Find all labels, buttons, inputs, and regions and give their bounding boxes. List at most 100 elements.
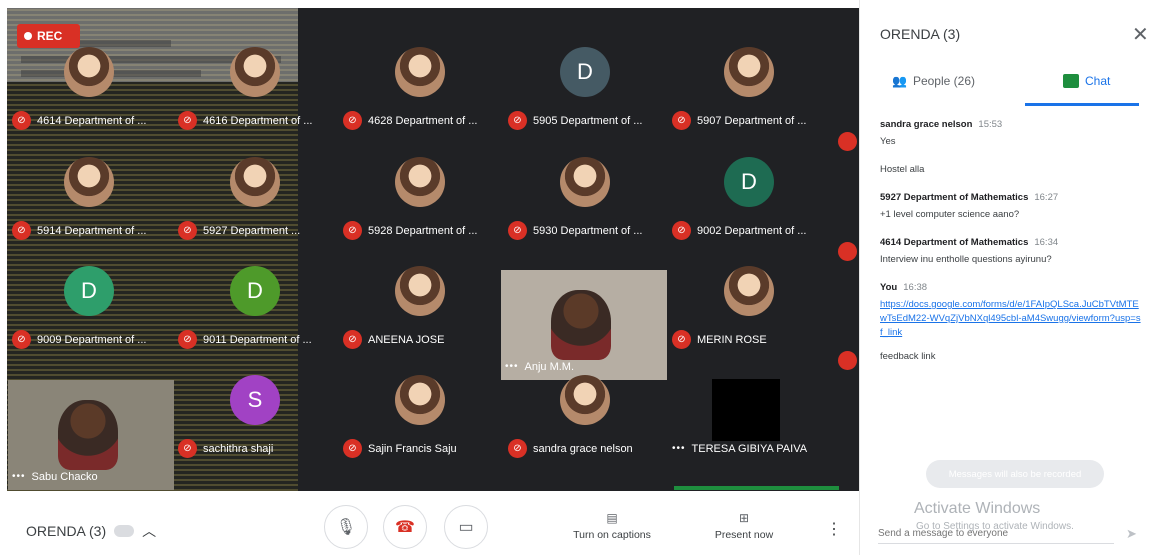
camera-button[interactable]: ▭: [444, 505, 488, 549]
present-icon: ⊞: [738, 511, 750, 525]
participant-name-label: 5914 Department of ...: [37, 224, 147, 237]
message-header: 4614 Department of Mathematics 16:34: [880, 236, 1142, 250]
message-text: feedback link: [880, 351, 936, 362]
participant-name: ⊘ Sajin Francis Saju: [343, 439, 497, 458]
participant-tile[interactable]: D ⊘ 5905 Department of ...: [504, 28, 666, 134]
people-icon: 👥: [892, 74, 907, 88]
tab-people[interactable]: 👥 People (26): [892, 74, 975, 88]
participant-tile[interactable]: ⊘ sandra grace nelson: [504, 356, 666, 462]
recording-label: REC: [37, 29, 63, 43]
captions-label: Turn on captions: [573, 529, 651, 541]
participant-name: ••• TERESA GIBIYA PAIVA: [672, 439, 826, 458]
participant-name-label: 9011 Department of ...: [203, 333, 312, 346]
avatar: [724, 47, 774, 97]
mic-off-icon: ⊘: [12, 330, 31, 349]
participant-name: ⊘ 5927 Department ...: [178, 221, 332, 240]
participant-name-label: sachithra shaji: [203, 442, 274, 455]
mic-off-icon: ⊘: [672, 221, 691, 240]
chat-message-input[interactable]: [878, 524, 1114, 544]
avatar: [395, 157, 445, 207]
avatar: D: [560, 47, 610, 97]
bottom-toolbar: ORENDA (3) ︿ 🎙 ☎ ▭ ▤ Turn on captions ⊞ …: [0, 491, 859, 555]
participant-name-label: 4614 Department of ...: [37, 114, 147, 127]
participant-name: ⊘ 5914 Department of ...: [12, 221, 166, 240]
participant-name: ⊘ 5928 Department of ...: [343, 221, 497, 240]
participant-name-label: 5907 Department of ...: [697, 114, 807, 127]
participant-name-label: 4616 Department of ...: [203, 114, 313, 127]
avatar: [724, 266, 774, 316]
participant-name-label: 9002 Department of ...: [697, 224, 807, 237]
close-icon[interactable]: ✕: [1132, 22, 1149, 47]
mic-off-icon: ⊘: [178, 221, 197, 240]
mic-off-icon: ⊘: [178, 111, 197, 130]
avatar: [395, 266, 445, 316]
microphone-button[interactable]: 🎙: [324, 505, 368, 549]
participant-tile[interactable]: ⊘ 5907 Department of ...: [668, 28, 830, 134]
participant-name: ⊘ sachithra shaji: [178, 439, 332, 458]
participant-tile[interactable]: ⊘ Sajin Francis Saju: [339, 356, 501, 462]
participant-name-label: Sabu Chacko: [31, 470, 98, 483]
present-label: Present now: [714, 529, 774, 541]
participant-tile[interactable]: D ⊘ 9009 Department of ...: [8, 247, 170, 353]
message-text: Interview inu entholle questions ayirunu…: [880, 254, 1052, 265]
mic-off-icon: ⊘: [508, 111, 527, 130]
mic-off-icon: ⊘: [508, 221, 527, 240]
mic-off-icon: ⊘: [343, 330, 362, 349]
participant-tile[interactable]: ⊘ 5927 Department ...: [174, 138, 336, 244]
message-time: 16:38: [903, 282, 928, 293]
microphone-icon: 🎙: [335, 519, 357, 536]
present-button[interactable]: ⊞ Present now: [705, 511, 783, 541]
participant-tile[interactable]: ⊘ MERIN ROSE: [668, 247, 830, 353]
tab-chat-label: Chat: [1085, 74, 1111, 88]
recording-badge: REC: [17, 24, 80, 48]
participant-name-label: 5905 Department of ...: [533, 114, 643, 127]
chevron-up-icon: ︿: [142, 523, 157, 539]
participant-name: ⊘ 4616 Department of ...: [178, 111, 332, 130]
participant-name: ⊘ 4614 Department of ...: [12, 111, 166, 130]
message-sender: You: [880, 282, 898, 293]
video-feed: [551, 290, 611, 360]
video-feed: [58, 400, 118, 470]
participant-tile[interactable]: ••• Sabu Chacko: [8, 380, 174, 490]
participant-tile[interactable]: D ⊘ 9011 Department of ...: [174, 247, 336, 353]
message-header: sandra grace nelson 15:53: [880, 118, 1142, 132]
avatar: [64, 157, 114, 207]
avatar: [230, 47, 280, 97]
audio-activity-icon: •••: [672, 443, 686, 454]
tab-chat[interactable]: Chat: [1063, 74, 1110, 88]
participant-tile[interactable]: D ⊘ 9002 Department of ...: [668, 138, 830, 244]
mic-off-icon: ⊘: [508, 439, 527, 458]
participant-tile[interactable]: ⊘ ANEENA JOSE: [339, 247, 501, 353]
hang-up-button[interactable]: ☎: [383, 505, 427, 549]
phone-hangup-icon: ☎: [395, 519, 415, 536]
participant-tile[interactable]: ••• TERESA GIBIYA PAIVA: [668, 356, 830, 462]
more-options-icon[interactable]: ⋮: [826, 519, 842, 539]
participant-tile[interactable]: ⊘ 5928 Department of ...: [339, 138, 501, 244]
chat-icon: [1063, 74, 1079, 88]
captions-button[interactable]: ▤ Turn on captions: [567, 511, 657, 541]
send-icon[interactable]: ➤: [1126, 526, 1137, 542]
participant-name: ⊘ 5930 Department of ...: [508, 221, 662, 240]
chat-messages: sandra grace nelson 15:53 Yes Hostel alla 59…: [880, 118, 1142, 364]
meeting-details[interactable]: ORENDA (3) ︿: [26, 521, 156, 541]
participant-tile[interactable]: ⊘ 5930 Department of ...: [504, 138, 666, 244]
participant-tile[interactable]: ⊘ 4628 Department of ...: [339, 28, 501, 134]
participant-tile[interactable]: ⊘ 5914 Department of ...: [8, 138, 170, 244]
message-link[interactable]: https://docs.google.com/forms/d/e/1FAIpQ…: [880, 298, 1142, 340]
participant-tile[interactable]: ⊘ 4616 Department of ...: [174, 28, 336, 134]
chat-bubble-icon: [114, 525, 135, 537]
mic-off-icon: ⊘: [178, 330, 197, 349]
participant-name-label: 5928 Department of ...: [368, 224, 478, 237]
message-sender: 5927 Department of Mathematics: [880, 192, 1029, 203]
mic-off-icon: ⊘: [343, 221, 362, 240]
participant-name: ⊘ sandra grace nelson: [508, 439, 662, 458]
message-header: 5927 Department of Mathematics 16:27: [880, 191, 1142, 205]
participant-tile[interactable]: S ⊘ sachithra shaji: [174, 356, 336, 462]
active-tab-indicator: [1025, 103, 1139, 106]
participant-name-label: MERIN ROSE: [697, 333, 767, 346]
captions-icon: ▤: [606, 511, 618, 525]
avatar: [395, 375, 445, 425]
participant-name-label: Sajin Francis Saju: [368, 442, 457, 455]
video-grid: ⊘ 4614 Department of ... ⊘ 4616 Department …: [7, 8, 859, 491]
panel-title: ORENDA (3): [880, 26, 961, 42]
